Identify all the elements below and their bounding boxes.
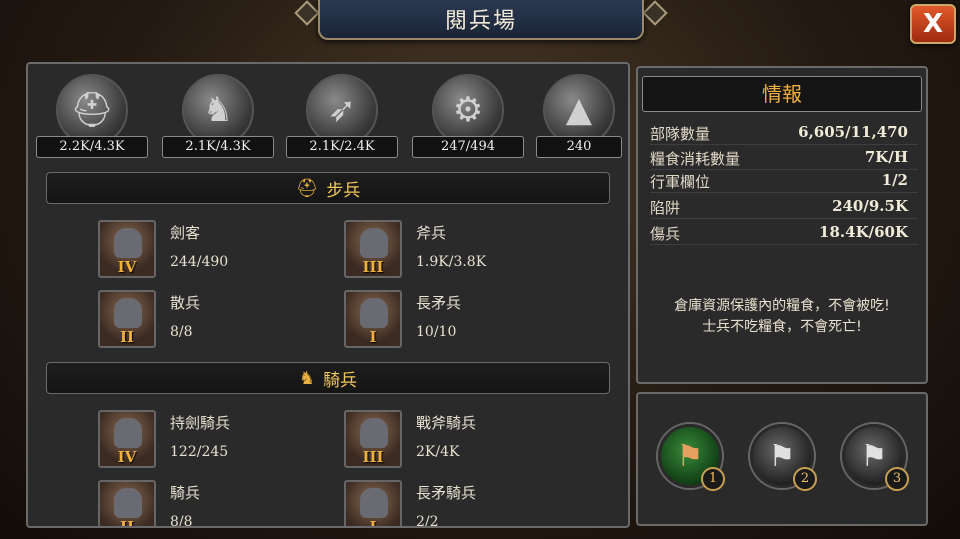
unit-name: 持劍騎兵 [170,414,231,432]
unit-portrait: I [344,480,402,528]
unit-name: 騎兵 [170,484,201,502]
info-panel: 情報 部隊數量 6,605/11,470 糧食消耗數量 7K/H 行軍欄位 1/… [636,66,928,384]
info-value: 18.4K/60K [819,223,908,241]
unit-portrait: III [344,220,402,278]
close-button[interactable]: X [910,4,956,44]
rank-badge: III [362,258,384,276]
rank-badge: IV [117,448,137,466]
rank-badge: I [369,328,377,346]
helmet-icon: ⛑ [295,177,319,199]
resource-value: 2.1K/2.4K [286,136,398,158]
unit-skirmisher[interactable]: II 散兵 8/8 [98,290,338,352]
banner-right-ornament [642,0,668,26]
resource-bow[interactable]: ➶ 2.1K/2.4K [286,70,398,162]
info-note: 倉庫資源保護內的糧食，不會被吃! 士兵不吃糧食，不會死亡! [642,296,922,338]
unit-name: 長矛騎兵 [416,484,477,502]
info-value: 7K/H [864,148,908,166]
unit-count: 1.9K/3.8K [416,254,487,270]
unit-lancer-cavalry[interactable]: I 長矛騎兵 2/2 [344,480,584,528]
info-label: 陷阱 [650,199,681,217]
unit-portrait: II [98,480,156,528]
info-label: 行軍欄位 [650,173,711,191]
flag-icon: ⚑ [860,438,888,474]
unit-name: 劍客 [170,224,201,242]
info-note-line2: 士兵不吃糧食，不會死亡! [702,319,862,335]
unit-spearman[interactable]: I 長矛兵 10/10 [344,290,584,352]
preset-number: 1 [701,467,725,491]
unit-count: 8/8 [170,324,193,340]
unit-cavalry[interactable]: II 騎兵 8/8 [98,480,338,528]
march-preset-2-button[interactable]: ⚑ 2 [750,424,817,491]
unit-axeman[interactable]: III 斧兵 1.9K/3.8K [344,220,584,282]
unit-count: 244/490 [170,254,229,270]
unit-name: 戰斧騎兵 [416,414,477,432]
unit-name: 散兵 [170,294,201,312]
unit-axe-cavalry[interactable]: III 戰斧騎兵 2K/4K [344,410,584,472]
info-label: 傷兵 [650,225,681,243]
info-row-troops: 部隊數量 6,605/11,470 [650,120,918,145]
info-note-line1: 倉庫資源保護內的糧食，不會被吃! [674,298,890,314]
cavalry-title: 騎兵 [323,370,358,391]
infantry-title: 步兵 [326,180,361,201]
march-preset-1-button[interactable]: ⚑ 1 [658,424,725,491]
unit-portrait: I [344,290,402,348]
resource-value: 247/494 [412,136,524,158]
rank-badge: II [119,518,135,528]
unit-count: 2K/4K [416,444,460,460]
unit-portrait: II [98,290,156,348]
march-preset-3-button[interactable]: ⚑ 3 [842,424,909,491]
unit-swordsman[interactable]: IV 劍客 244/490 [98,220,338,282]
resource-value: 2.2K/4.3K [36,136,148,158]
resource-spike-trap[interactable]: ▲ 240 [536,70,622,162]
resource-value: 240 [536,136,622,158]
info-title: 情報 [642,76,922,112]
unit-name: 斧兵 [416,224,447,242]
unit-portrait: IV [98,410,156,468]
infantry-header: ⛑ 步兵 [46,172,610,204]
close-icon: X [922,9,944,39]
rank-badge: II [119,328,135,346]
unit-name: 長矛兵 [416,294,462,312]
knight-icon: ♞ [298,367,316,389]
info-value: 6,605/11,470 [798,123,908,141]
title-banner: 閱兵場 [318,0,644,40]
flag-icon: ⚑ [676,438,704,474]
rank-badge: III [362,448,384,466]
unit-count: 8/8 [170,514,193,528]
info-row-march-slots: 行軍欄位 1/2 [650,168,918,193]
preset-number: 2 [793,467,817,491]
info-label: 部隊數量 [650,125,711,143]
rank-badge: I [369,518,377,528]
unit-portrait: III [344,410,402,468]
resource-row: ⛑ 2.2K/4.3K ♞ 2.1K/4.3K ➶ 2.1K/2.4K ⚙ 24… [36,70,626,162]
unit-count: 2/2 [416,514,439,528]
info-label: 糧食消耗數量 [650,150,741,168]
banner-left-ornament [294,0,320,26]
resource-horse-armor[interactable]: ♞ 2.1K/4.3K [162,70,274,162]
rank-badge: IV [117,258,137,276]
resource-helmet[interactable]: ⛑ 2.2K/4.3K [36,70,148,162]
cavalry-header: ♞ 騎兵 [46,362,610,394]
page-title: 閱兵場 [444,9,517,34]
unit-portrait: IV [98,220,156,278]
flag-icon: ⚑ [768,438,796,474]
unit-sword-cavalry[interactable]: IV 持劍騎兵 122/245 [98,410,338,472]
troop-panel: ⛑ 2.2K/4.3K ♞ 2.1K/4.3K ➶ 2.1K/2.4K ⚙ 24… [26,62,630,528]
info-value: 1/2 [881,171,908,189]
resource-siege-cart[interactable]: ⚙ 247/494 [412,70,524,162]
info-value: 240/9.5K [832,197,908,215]
unit-count: 122/245 [170,444,229,460]
info-row-traps: 陷阱 240/9.5K [650,194,918,219]
preset-number: 3 [885,467,909,491]
resource-value: 2.1K/4.3K [162,136,274,158]
info-row-wounded: 傷兵 18.4K/60K [650,220,918,245]
unit-count: 10/10 [416,324,457,340]
march-preset-panel: ⚑ 1 ⚑ 2 ⚑ 3 [636,392,928,526]
info-row-food: 糧食消耗數量 7K/H [650,145,918,170]
